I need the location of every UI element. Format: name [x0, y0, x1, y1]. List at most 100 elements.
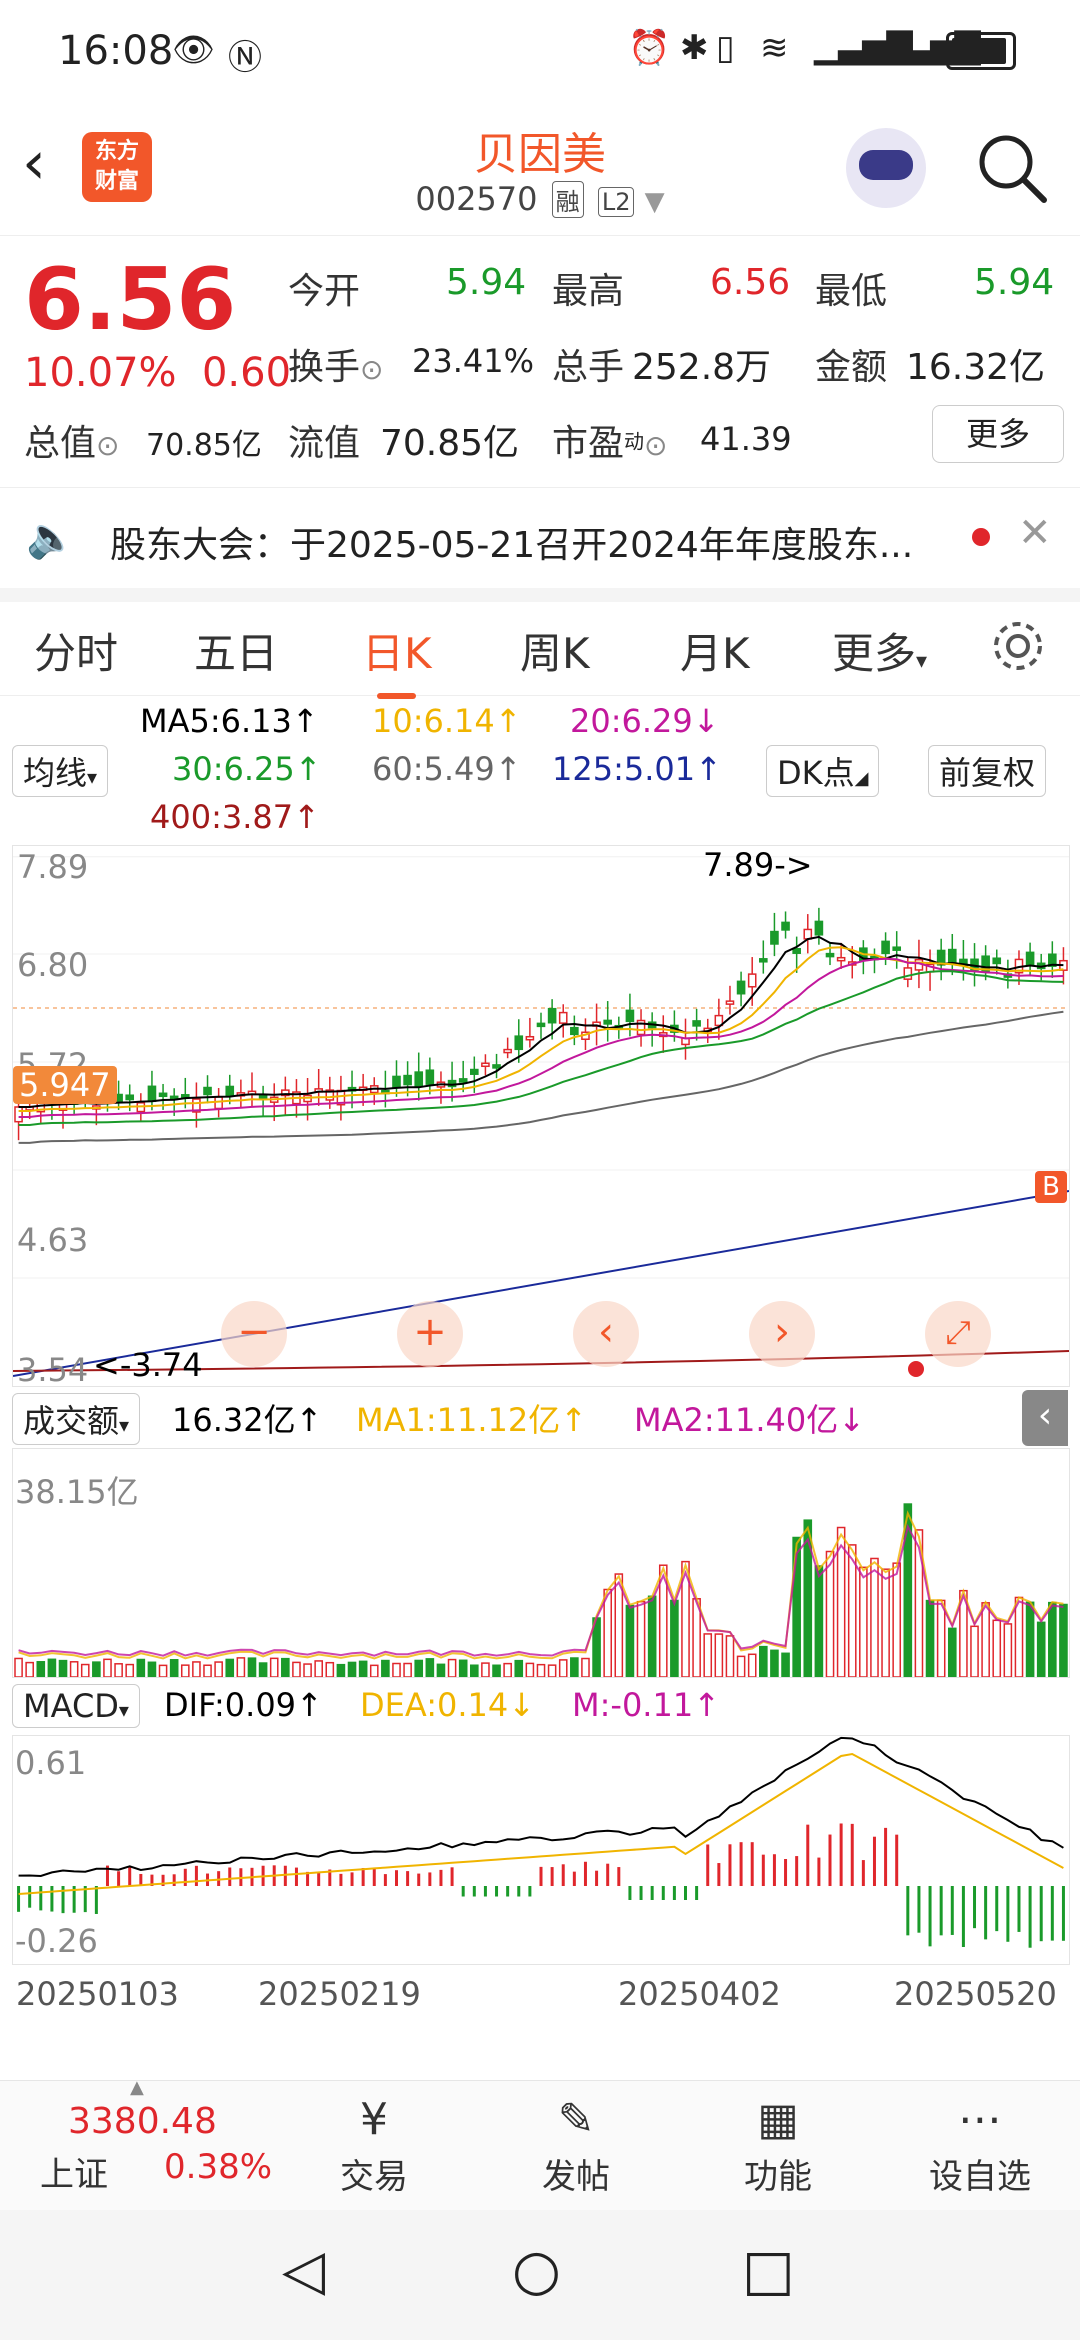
volume-bar — [759, 1645, 768, 1677]
collapse-panel-button[interactable]: ‹ — [1022, 1390, 1068, 1446]
volume-bar — [492, 1664, 501, 1677]
volume-bar — [947, 1627, 957, 1677]
scroll-left-button[interactable]: ‹ — [573, 1301, 639, 1367]
volume-bar — [536, 1663, 546, 1677]
index-change: 0.38% — [164, 2147, 273, 2187]
volume-bar — [1036, 1621, 1046, 1677]
volume-bar — [92, 1661, 101, 1677]
stock-code: 002570 — [415, 180, 538, 218]
volume-bar — [725, 1635, 735, 1677]
post-button[interactable]: ✎ 发帖 — [516, 2091, 636, 2198]
scroll-right-button[interactable]: › — [749, 1301, 815, 1367]
candle-body — [803, 928, 813, 940]
tab-intraday[interactable]: 分时 — [34, 620, 118, 681]
volume-bar — [425, 1658, 435, 1677]
volume-bar — [1003, 1623, 1013, 1677]
ma30-label: 30:6.25↑ — [172, 750, 322, 788]
volume-bar — [570, 1657, 579, 1677]
volume-bar — [558, 1659, 568, 1677]
kline-chart[interactable]: 7.89 6.80 5.72 4.63 3.54 5.947 7.89-> <-… — [12, 845, 1070, 1389]
ma-selector[interactable]: 均线▾ — [12, 745, 109, 797]
index-value[interactable]: 3380.48 — [68, 2101, 217, 2142]
tab-five-day[interactable]: 五日 — [194, 620, 278, 681]
macd-dif: DIF:0.09↑ — [164, 1686, 323, 1724]
nav-home-icon[interactable]: ○ — [512, 2238, 561, 2303]
volume-bar — [303, 1663, 312, 1677]
current-price: 6.56 — [24, 250, 237, 350]
more-dots-icon: ⋯ — [958, 2094, 1002, 2145]
volume-bar — [114, 1663, 123, 1677]
edit-icon: ✎ — [557, 2094, 595, 2145]
candle-body — [1025, 951, 1035, 966]
candle-body — [836, 956, 846, 962]
candle-body — [514, 1035, 524, 1051]
tab-more[interactable]: 更多▾ — [832, 620, 927, 681]
volume-bar — [859, 1566, 868, 1677]
volume-bar — [647, 1595, 657, 1677]
kline-svg — [13, 856, 1069, 1377]
nav-recents-icon[interactable]: □ — [742, 2238, 795, 2303]
candle-body — [225, 1085, 235, 1097]
notice-bar[interactable]: 🔈 股东大会：于2025-05-21召开2024年年度股东... ✕ — [0, 487, 1080, 602]
add-watchlist-button[interactable]: ⋯ 设自选 — [920, 2091, 1040, 2198]
amount-label: 金额 — [815, 347, 888, 388]
grid-icon: ▦ — [757, 2094, 799, 2145]
candle-body — [781, 921, 790, 931]
candle-body — [492, 1064, 501, 1069]
pe-label: 市盈动⊙ — [552, 423, 668, 464]
robot-avatar-icon[interactable] — [846, 128, 926, 208]
macd-selector[interactable]: MACD▾ — [12, 1684, 140, 1728]
float-label: 流值 — [288, 423, 361, 464]
volume-bar — [1014, 1596, 1024, 1677]
more-stats-button[interactable]: 更多 — [932, 405, 1064, 463]
volume-bar — [214, 1661, 223, 1677]
low-value: 5.94 — [974, 262, 1055, 303]
kline-y-5: 3.54 — [17, 1351, 89, 1389]
volume-bar — [125, 1663, 135, 1677]
volume-bar — [892, 1562, 902, 1677]
tab-weekly-k[interactable]: 周K — [520, 620, 590, 681]
search-icon[interactable] — [974, 130, 1050, 206]
candle-body — [825, 952, 835, 958]
volume-bar — [1059, 1603, 1068, 1677]
tab-daily-k[interactable]: 日K — [362, 620, 432, 699]
alarm-icon: ⏰ — [628, 28, 671, 68]
change-line: 10.07% 0.60 — [24, 350, 291, 396]
volume-bar — [158, 1664, 168, 1677]
volume-bar — [458, 1659, 468, 1677]
zoom-in-button[interactable]: + — [397, 1301, 463, 1367]
volume-bar — [414, 1659, 424, 1677]
chevron-up-icon[interactable]: ▲ — [130, 2077, 144, 2098]
volume-total: 16.32亿↑ — [172, 1401, 323, 1439]
candle-body — [525, 1035, 535, 1041]
nav-back-icon[interactable]: ◁ — [282, 2238, 325, 2303]
date-label: 20250520 — [894, 1975, 1057, 2013]
fullscreen-icon[interactable]: ⤢ — [925, 1301, 991, 1367]
volume-ma1: MA1:11.12亿↑ — [356, 1401, 588, 1439]
date-axis: 20250103 20250219 20250402 20250520 — [12, 1975, 1068, 2025]
dk-point-button[interactable]: DK点◢ — [766, 745, 880, 797]
candle-body — [947, 948, 957, 964]
info-icon: ⊙ — [644, 429, 668, 462]
vibrate-icon: ▯ — [716, 28, 735, 68]
volume-bar — [670, 1599, 679, 1677]
zoom-out-button[interactable]: − — [221, 1301, 287, 1367]
volume-indicator-selector[interactable]: 成交额▾ — [12, 1393, 141, 1445]
eye-icon: 👁 — [172, 30, 216, 70]
volume-bar — [603, 1588, 613, 1677]
candle-body — [258, 1094, 268, 1100]
trade-button[interactable]: ¥ 交易 — [314, 2091, 434, 2198]
settings-gear-icon[interactable] — [990, 618, 1046, 674]
candle-body — [903, 967, 913, 980]
macd-y-min: -0.26 — [15, 1922, 98, 1960]
volume-bar — [69, 1661, 79, 1677]
close-icon[interactable]: ✕ — [1018, 510, 1052, 556]
candle-body — [814, 920, 824, 936]
bottom-toolbar: ▲ 3380.48 上证 0.38% ¥ 交易 ✎ 发帖 ▦ 功能 ⋯ 设自选 — [0, 2077, 1080, 2211]
price-adjust-button[interactable]: 前复权 — [928, 745, 1047, 797]
function-button[interactable]: ▦ 功能 — [718, 2091, 838, 2198]
volume-chart: 38.15亿 — [12, 1448, 1070, 1678]
volume-y-max: 38.15亿 — [15, 1473, 139, 1511]
tab-monthly-k[interactable]: 月K — [680, 620, 750, 681]
buy-signal-badge: B — [1035, 1171, 1067, 1203]
